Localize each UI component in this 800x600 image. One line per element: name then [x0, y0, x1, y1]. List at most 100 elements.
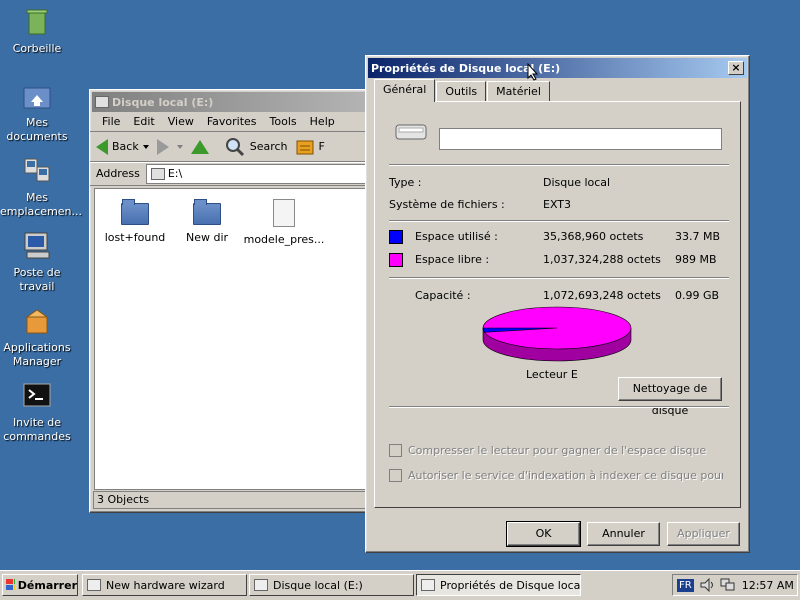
used-human: 33.7 MB	[675, 230, 721, 243]
my-documents-icon	[21, 80, 53, 112]
window-icon	[87, 579, 101, 591]
apply-button[interactable]: Appliquer	[667, 522, 740, 546]
status-bar: 3 Objects	[93, 491, 378, 509]
language-indicator[interactable]: FR	[677, 578, 694, 592]
drive-icon	[421, 579, 435, 591]
address-value: E:\	[167, 167, 183, 180]
menu-help[interactable]: Help	[310, 115, 335, 128]
hard-drive-icon	[395, 124, 427, 140]
desktop-icon-label: Corbeille	[12, 42, 62, 55]
list-item[interactable]: modele_pres...	[241, 197, 327, 246]
network-icon[interactable]	[720, 578, 736, 592]
tab-general[interactable]: Général	[374, 79, 436, 102]
properties-dialog[interactable]: Propriétés de Disque local (E:) × Généra…	[365, 55, 750, 553]
terminal-icon	[21, 380, 53, 412]
menu-view[interactable]: View	[168, 115, 194, 128]
explorer-titlebar[interactable]: Disque local (E:)	[92, 92, 376, 112]
type-label: Type :	[389, 176, 422, 189]
file-name: lost+found	[104, 231, 166, 244]
back-button[interactable]: Back	[96, 135, 149, 159]
folders-label: F	[318, 140, 325, 153]
volume-name-input[interactable]	[439, 128, 722, 150]
capacity-label: Capacité :	[415, 289, 471, 302]
taskbar: Démarrer New hardware wizard Disque loca…	[0, 570, 800, 600]
tab-hardware[interactable]: Matériel	[487, 81, 550, 101]
menu-tools[interactable]: Tools	[270, 115, 297, 128]
disk-cleanup-button[interactable]: Nettoyage de disque	[618, 377, 722, 417]
menu-file[interactable]: File	[102, 115, 120, 128]
close-button[interactable]: ×	[728, 61, 744, 75]
address-bar: Address E:\	[90, 162, 378, 186]
chevron-down-icon[interactable]	[142, 144, 149, 149]
type-value: Disque local	[543, 176, 611, 189]
menu-bar: File Edit View Favorites Tools Help	[90, 112, 378, 132]
desktop-icon-recycle-bin[interactable]: Corbeille	[0, 6, 74, 56]
separator	[389, 406, 729, 408]
menu-favorites[interactable]: Favorites	[207, 115, 257, 128]
desktop-icon-label: Mes documents	[6, 116, 68, 143]
search-label: Search	[249, 140, 288, 153]
desktop-icon-network[interactable]: Mes emplacemen...	[0, 155, 83, 219]
forward-arrow-icon	[156, 138, 169, 155]
task-label: New hardware wizard	[106, 578, 225, 592]
capacity-bytes: 1,072,693,248 octets	[543, 289, 661, 302]
compress-checkbox[interactable]	[389, 444, 402, 457]
start-button[interactable]: Démarrer	[2, 574, 78, 596]
desktop-icon-command-prompt[interactable]: Invite de commandes	[0, 380, 74, 444]
up-button[interactable]	[190, 135, 209, 159]
ok-button[interactable]: OK	[506, 521, 581, 547]
back-arrow-icon	[96, 138, 108, 155]
tab-tools[interactable]: Outils	[436, 81, 487, 101]
drive-icon	[150, 167, 165, 180]
menu-edit[interactable]: Edit	[133, 115, 154, 128]
free-human: 989 MB	[675, 253, 717, 266]
free-label: Espace libre :	[415, 253, 490, 266]
file-name: New dir	[185, 231, 229, 244]
computer-icon	[21, 230, 53, 262]
address-input[interactable]: E:\	[145, 163, 378, 184]
desktop-icon-label: Applications Manager	[3, 341, 71, 368]
dialog-titlebar[interactable]: Propriétés de Disque local (E:) ×	[368, 58, 747, 78]
desktop-icon-label: Mes emplacemen...	[0, 191, 83, 218]
close-icon: ×	[731, 61, 741, 74]
free-bytes: 1,037,324,288 octets	[543, 253, 661, 266]
tab-strip: Général Outils Matériel	[374, 79, 551, 102]
folder-icon	[193, 199, 221, 225]
disk-usage-pie-chart	[482, 306, 632, 362]
explorer-window[interactable]: Disque local (E:) File Edit View Favorit…	[89, 89, 379, 513]
taskbar-button[interactable]: Disque local (E:)	[249, 574, 414, 596]
separator	[389, 220, 729, 222]
back-label: Back	[112, 140, 139, 153]
taskbar-button[interactable]: Propriétés de Disque local ...	[416, 574, 581, 596]
filesystem-label: Système de fichiers :	[389, 198, 505, 211]
free-color-swatch	[389, 253, 403, 267]
desktop-icon-label: Invite de commandes	[3, 416, 71, 443]
used-color-swatch	[389, 230, 403, 244]
used-bytes: 35,368,960 octets	[543, 230, 644, 243]
desktop-icon-applications-manager[interactable]: Applications Manager	[0, 305, 74, 369]
list-item[interactable]: lost+found	[95, 197, 175, 244]
taskbar-button[interactable]: New hardware wizard	[82, 574, 247, 596]
volume-icon[interactable]	[700, 578, 716, 592]
drive-icon	[95, 96, 109, 108]
index-label: Autoriser le service d'indexation à inde…	[408, 469, 723, 482]
desktop-icon-my-computer[interactable]: Poste de travail	[0, 230, 74, 294]
folders-button[interactable]: F	[296, 135, 325, 159]
folders-icon	[296, 140, 314, 154]
index-checkbox[interactable]	[389, 469, 402, 482]
drive-icon	[254, 579, 268, 591]
task-label: Propriétés de Disque local ...	[440, 578, 581, 592]
search-button[interactable]: Search	[225, 135, 288, 159]
list-item[interactable]: New dir	[167, 197, 247, 244]
forward-button[interactable]	[156, 135, 183, 159]
toolbar: Back Search F	[90, 132, 378, 162]
system-tray: FR 12:57 AM	[672, 574, 798, 596]
folder-icon	[121, 199, 149, 225]
cancel-button[interactable]: Annuler	[587, 522, 660, 546]
desktop-icon-my-documents[interactable]: Mes documents	[0, 80, 74, 144]
chevron-down-icon[interactable]	[176, 144, 183, 149]
desktop-icon-label: Poste de travail	[13, 266, 61, 293]
document-icon	[273, 199, 295, 227]
file-list[interactable]: lost+found New dir modele_pres...	[94, 188, 378, 490]
address-label: Address	[96, 167, 140, 180]
